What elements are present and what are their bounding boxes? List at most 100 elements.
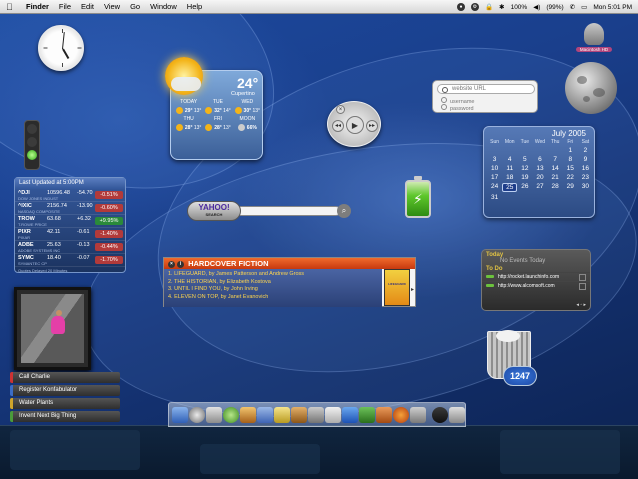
trash-icon[interactable]: [449, 406, 465, 423]
idvd-icon[interactable]: [274, 406, 290, 423]
calendar-day-cell[interactable]: 27: [532, 183, 547, 192]
stock-percent-badge[interactable]: -0.51%: [95, 191, 123, 199]
stock-row[interactable]: ^IXIC NASDAQ COMPOSITE 2156.74 -13.90 -0…: [15, 202, 125, 215]
address-book-icon[interactable]: [376, 406, 392, 423]
calendar-day-cell[interactable]: 24: [487, 183, 502, 192]
bestsellers-widget[interactable]: × i HARDCOVER FICTION 1. LIFEGUARD, by Ja…: [163, 257, 416, 307]
calendar-day-cell[interactable]: 17: [487, 174, 502, 181]
calendar-day-cell[interactable]: 21: [548, 174, 563, 181]
bluetooth-icon[interactable]: ✱: [499, 3, 504, 11]
menu-view[interactable]: View: [104, 2, 120, 11]
macintosh-hd-widget[interactable]: Macintosh HD: [571, 23, 617, 57]
calendar-day-cell[interactable]: 16: [578, 165, 593, 172]
finder-icon[interactable]: [172, 406, 188, 423]
phone-icon[interactable]: ✆: [570, 3, 575, 11]
calendar-day-cell[interactable]: 26: [517, 183, 532, 192]
todo-task[interactable]: http://rocket.launchinfo.com: [482, 272, 590, 281]
menu-go[interactable]: Go: [130, 2, 140, 11]
play-button[interactable]: ▶: [346, 116, 364, 134]
calendar-day-cell[interactable]: 14: [548, 165, 563, 172]
calendar-day-cell[interactable]: 12: [517, 165, 532, 172]
url-input[interactable]: website URL: [437, 84, 535, 94]
sync-icon[interactable]: ⚙: [471, 3, 480, 11]
stock-row[interactable]: SYMC SYMANTEC CP 18.40 -0.07 -1.70%: [15, 254, 125, 267]
close-icon[interactable]: ×: [168, 260, 175, 268]
wifi-status[interactable]: (99%): [546, 4, 563, 11]
calendar-day-cell[interactable]: 19: [517, 174, 532, 181]
weather-widget[interactable]: 24° Cupertino TODAY TUE WED 29° 13° 32° …: [165, 57, 263, 160]
stock-percent-badge[interactable]: -0.44%: [95, 243, 123, 251]
calendar-day-cell[interactable]: 7: [548, 156, 563, 163]
menu-clock[interactable]: Mon 5:01 PM: [593, 4, 632, 11]
bestseller-item[interactable]: 4. ELEVEN ON TOP, by Janet Evanovich: [168, 294, 378, 302]
calendar-day-cell[interactable]: 10: [487, 165, 502, 172]
clock-widget[interactable]: [38, 25, 84, 71]
menu-help[interactable]: Help: [187, 2, 202, 11]
info-icon[interactable]: i: [177, 260, 184, 268]
calendar-day-cell[interactable]: 8: [563, 156, 578, 163]
bestseller-item[interactable]: 1. LIFEGUARD, by James Patterson and And…: [168, 271, 378, 279]
mail-icon[interactable]: [206, 406, 222, 423]
safari-compass-icon[interactable]: [189, 406, 205, 423]
status-icon[interactable]: ●: [457, 3, 466, 11]
calendar-day-cell[interactable]: 29: [563, 183, 578, 192]
calendar-day-cell[interactable]: 15: [563, 165, 578, 172]
calendar-day-cell[interactable]: 22: [563, 174, 578, 181]
ical-events-widget[interactable]: Today No Events Today To Do http://rocke…: [481, 249, 591, 311]
calendar-day-cell[interactable]: 3: [487, 156, 502, 163]
calendar-widget[interactable]: July 2005 Sun Mon Tue Wed Thu Fri Sat 1 2 3 4 5 6 7 8 9…: [483, 126, 595, 218]
calendar-day-cell[interactable]: 23: [578, 174, 593, 181]
bestseller-item[interactable]: 2. THE HISTORIAN, by Elizabeth Kostova: [168, 279, 378, 287]
sunglasses-icon[interactable]: [432, 406, 448, 423]
calendar-day-cell[interactable]: 20: [532, 174, 547, 181]
previous-track-button[interactable]: ◂◂: [332, 120, 344, 132]
itunes-controller-widget[interactable]: × ◂◂ ▶ ▸▸: [327, 101, 381, 147]
ical-icon[interactable]: [359, 406, 375, 423]
calendar-day-cell[interactable]: 5: [517, 156, 532, 163]
garageband-guitar-icon[interactable]: [291, 406, 307, 423]
apple-menu-icon[interactable]: : [6, 2, 16, 12]
book-cover-image[interactable]: LIFEGUARD: [384, 269, 410, 306]
todo-task[interactable]: http://www.alcomsoft.com: [482, 281, 590, 290]
traffic-light-widget[interactable]: [24, 120, 40, 170]
photo-frame-widget[interactable]: [14, 287, 91, 370]
moon-phase-widget[interactable]: [565, 62, 617, 114]
stock-percent-badge[interactable]: -1.70%: [95, 256, 123, 264]
stock-row[interactable]: TROW T.ROWE PRICE 63.68 +6.32 +9.95%: [15, 215, 125, 228]
close-icon[interactable]: ×: [336, 105, 345, 114]
todo-item[interactable]: Call Charlie: [10, 372, 120, 383]
calendar-day-cell[interactable]: 28: [548, 183, 563, 192]
system-preferences-icon[interactable]: [308, 406, 324, 423]
firefox-icon[interactable]: [393, 406, 409, 423]
todo-item[interactable]: Water Plants: [10, 398, 120, 409]
calendar-day-cell[interactable]: 31: [487, 194, 502, 201]
bestseller-item[interactable]: 3. UNTIL I FIND YOU, by John Irving: [168, 286, 378, 294]
calendar-day-cell[interactable]: 18: [502, 174, 517, 181]
calendar-day-cell[interactable]: 9: [578, 156, 593, 163]
lock-icon[interactable]: 🔒: [485, 3, 493, 11]
ichat-icon[interactable]: [342, 406, 358, 423]
stock-row[interactable]: PIXR PIXAR 42.11 -0.61 -1.40%: [15, 228, 125, 241]
todo-item[interactable]: Invent Next Big Thing: [10, 411, 120, 422]
battery-status[interactable]: 100%: [511, 4, 528, 11]
trash-widget[interactable]: 1247: [484, 328, 537, 386]
flag-icon[interactable]: ▭: [581, 3, 587, 11]
calendar-day-cell[interactable]: 13: [532, 165, 547, 172]
stocks-widget[interactable]: Last Updated at 5:00PM ^DJI DOW JONES IN…: [14, 177, 126, 273]
volume-icon[interactable]: ◀): [533, 3, 540, 11]
password-option[interactable]: password: [441, 104, 474, 112]
next-track-button[interactable]: ▸▸: [366, 120, 378, 132]
imovie-icon[interactable]: [257, 406, 273, 423]
search-icon[interactable]: ⌕: [337, 204, 351, 218]
todo-item[interactable]: Register Konfabulator: [10, 385, 120, 396]
stock-row[interactable]: ^DJI DOW JONES INDUST 10596.48 -54.70 -0…: [15, 189, 125, 202]
stock-percent-badge[interactable]: -0.60%: [95, 204, 123, 212]
stock-row[interactable]: ADBE ADOBE SYSTEMS INC 25.63 -0.13 -0.44…: [15, 241, 125, 254]
calendar-day-cell[interactable]: 1: [563, 147, 578, 154]
menu-window[interactable]: Window: [150, 2, 177, 11]
menu-finder[interactable]: Finder: [26, 2, 49, 11]
next-arrow-icon[interactable]: ▸: [411, 286, 414, 293]
textedit-icon[interactable]: [325, 406, 341, 423]
stock-percent-badge[interactable]: +9.95%: [95, 217, 123, 225]
ical-nav-controls[interactable]: ◂ ◦ ▸: [576, 302, 586, 308]
